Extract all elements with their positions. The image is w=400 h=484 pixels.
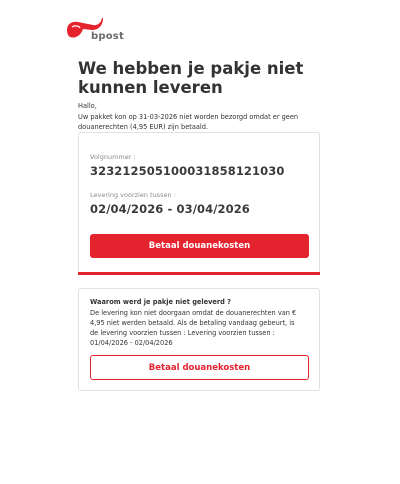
info-text: De levering kon niet doorgaan omdat de d… [90, 309, 297, 347]
pay-customs-secondary-button[interactable]: Betaal douanekosten [90, 355, 309, 380]
tracking-card-accent-bar [78, 272, 320, 275]
delivery-window-label: Levering voorzien tussen : [90, 191, 176, 199]
delivery-window-value: 02/04/2026 - 03/04/2026 [90, 202, 250, 216]
info-title: Waarom werd je pakje niet geleverd ? [90, 298, 231, 306]
greeting: Hallo, [78, 102, 97, 110]
bpost-logo: bpost [65, 15, 125, 45]
intro-message: Uw pakket kon op 31-03-2026 niet worden … [78, 112, 299, 132]
intro-text: Hallo, Uw pakket kon op 31-03-2026 niet … [78, 101, 318, 133]
tracking-number-value: 323212505100031858121030 [90, 164, 285, 178]
pay-customs-button[interactable]: Betaal douanekosten [90, 234, 309, 258]
page-title: We hebben je pakje niet kunnen leveren [78, 59, 304, 97]
tracking-number-label: Volgnummer : [90, 153, 136, 161]
brand-name: bpost [91, 31, 124, 42]
